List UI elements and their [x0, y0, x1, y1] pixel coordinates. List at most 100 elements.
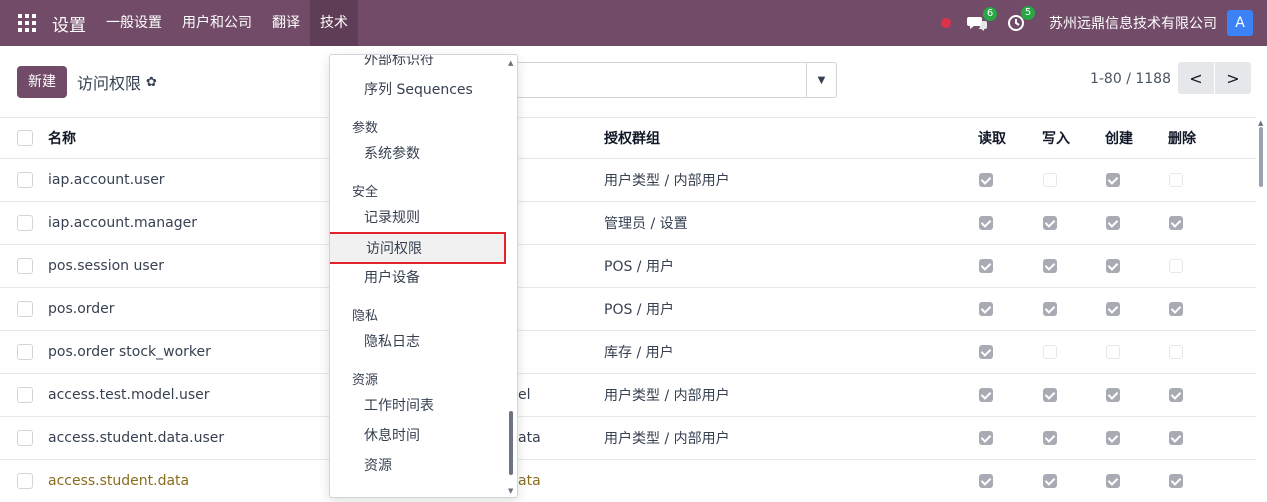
table-row[interactable]: iap.account.user 用户类型 / 内部用户 — [0, 159, 1256, 202]
row-name[interactable]: iap.account.manager — [48, 215, 197, 231]
perm-unlink-checkbox[interactable] — [1169, 388, 1183, 402]
dropdown-item[interactable]: 序列 Sequences — [364, 79, 473, 99]
perm-write-checkbox[interactable] — [1043, 345, 1057, 359]
status-dot-icon[interactable] — [941, 18, 951, 28]
new-button[interactable]: 新建 — [17, 66, 67, 98]
perm-read-checkbox[interactable] — [979, 173, 993, 187]
row-checkbox[interactable] — [17, 473, 33, 489]
row-checkbox[interactable] — [17, 172, 33, 188]
gear-icon[interactable]: ✿ — [146, 75, 157, 90]
perm-write-checkbox[interactable] — [1043, 259, 1057, 273]
messaging-button[interactable]: 6 — [967, 7, 997, 31]
dropdown-item[interactable]: 用户设备 — [364, 267, 420, 287]
column-header-write[interactable]: 写入 — [1042, 128, 1070, 148]
perm-create-checkbox[interactable] — [1106, 431, 1120, 445]
dropdown-item[interactable]: 记录规则 — [364, 207, 420, 227]
scroll-up-icon[interactable]: ▲ — [1258, 119, 1263, 127]
row-checkbox[interactable] — [17, 258, 33, 274]
perm-write-checkbox[interactable] — [1043, 431, 1057, 445]
dropdown-item[interactable]: 系统参数 — [364, 143, 420, 163]
dropdown-item[interactable]: 工作时间表 — [364, 395, 434, 415]
table-row[interactable]: access.test.model.user el 用户类型 / 内部用户 — [0, 374, 1256, 417]
perm-unlink-checkbox[interactable] — [1169, 345, 1183, 359]
perm-unlink-checkbox[interactable] — [1169, 302, 1183, 316]
row-group: 管理员 / 设置 — [604, 216, 688, 232]
perm-read-checkbox[interactable] — [979, 216, 993, 230]
perm-unlink-checkbox[interactable] — [1169, 216, 1183, 230]
apps-menu-icon[interactable] — [18, 14, 36, 32]
list-scrollbar[interactable]: ▲ — [1258, 117, 1264, 502]
perm-unlink-checkbox[interactable] — [1169, 173, 1183, 187]
activity-button[interactable]: 5 — [1007, 6, 1035, 32]
pager-value[interactable]: 1-80 / 1188 — [1090, 71, 1171, 87]
perm-create-checkbox[interactable] — [1106, 474, 1120, 488]
dropdown-item[interactable]: 资源 — [364, 455, 392, 475]
perm-read-checkbox[interactable] — [979, 431, 993, 445]
menu-users-companies[interactable]: 用户和公司 — [182, 0, 252, 46]
row-name[interactable]: access.test.model.user — [48, 387, 210, 403]
table-row[interactable]: access.student.data ata — [0, 460, 1256, 502]
row-name[interactable]: access.student.data — [48, 473, 189, 489]
dropdown-scrollbar[interactable]: ▲ ▼ — [508, 59, 514, 495]
dropdown-scroll-thumb[interactable] — [509, 411, 513, 475]
row-name[interactable]: access.student.data.user — [48, 430, 224, 446]
menu-general-settings[interactable]: 一般设置 — [106, 0, 162, 46]
perm-unlink-checkbox[interactable] — [1169, 474, 1183, 488]
perm-create-checkbox[interactable] — [1106, 388, 1120, 402]
perm-read-checkbox[interactable] — [979, 345, 993, 359]
scroll-up-icon[interactable]: ▲ — [508, 59, 513, 67]
menu-technical[interactable]: 技术 — [310, 0, 358, 46]
perm-create-checkbox[interactable] — [1106, 173, 1120, 187]
row-checkbox[interactable] — [17, 430, 33, 446]
column-header-group[interactable]: 授权群组 — [604, 128, 660, 148]
table-row[interactable]: iap.account.manager 管理员 / 设置 — [0, 202, 1256, 245]
table-row[interactable]: access.student.data.user ata 用户类型 / 内部用户 — [0, 417, 1256, 460]
table-row[interactable]: pos.order POS / 用户 — [0, 288, 1256, 331]
app-brand[interactable]: 设置 — [52, 11, 86, 36]
perm-create-checkbox[interactable] — [1106, 216, 1120, 230]
row-checkbox[interactable] — [17, 344, 33, 360]
select-all-checkbox[interactable] — [17, 130, 33, 146]
perm-create-checkbox[interactable] — [1106, 302, 1120, 316]
perm-read-checkbox[interactable] — [979, 302, 993, 316]
table-header: 名称 授权群组 读取 写入 创建 删除 — [0, 117, 1256, 159]
perm-write-checkbox[interactable] — [1043, 388, 1057, 402]
perm-unlink-checkbox[interactable] — [1169, 259, 1183, 273]
row-name[interactable]: pos.order — [48, 301, 115, 317]
table-row[interactable]: pos.order stock_worker 库存 / 用户 — [0, 331, 1256, 374]
perm-read-checkbox[interactable] — [979, 388, 993, 402]
perm-read-checkbox[interactable] — [979, 259, 993, 273]
company-switcher[interactable]: 苏州远鼎信息技术有限公司 — [1049, 13, 1217, 33]
row-name[interactable]: pos.order stock_worker — [48, 344, 211, 360]
perm-write-checkbox[interactable] — [1043, 173, 1057, 187]
perm-write-checkbox[interactable] — [1043, 302, 1057, 316]
column-header-read[interactable]: 读取 — [978, 128, 1006, 148]
dropdown-item[interactable]: 外部标识符 — [364, 55, 434, 69]
row-checkbox[interactable] — [17, 387, 33, 403]
perm-read-checkbox[interactable] — [979, 474, 993, 488]
dropdown-item[interactable]: 休息时间 — [364, 425, 420, 445]
row-name[interactable]: pos.session user — [48, 258, 164, 274]
dropdown-item-access-rights[interactable]: 访问权限 — [330, 232, 506, 264]
perm-unlink-checkbox[interactable] — [1169, 431, 1183, 445]
pager-next-button[interactable]: > — [1215, 62, 1251, 94]
user-avatar[interactable]: A — [1227, 10, 1253, 36]
dropdown-item[interactable]: 隐私日志 — [364, 331, 420, 351]
dropdown-section-header: 安全 — [352, 185, 379, 200]
row-checkbox[interactable] — [17, 215, 33, 231]
column-header-unlink[interactable]: 删除 — [1168, 128, 1196, 148]
pager-previous-button[interactable]: < — [1178, 62, 1214, 94]
column-header-name[interactable]: 名称 — [48, 128, 76, 148]
search-options-toggle[interactable]: ▼ — [806, 63, 836, 97]
table-row[interactable]: pos.session user POS / 用户 — [0, 245, 1256, 288]
row-name[interactable]: iap.account.user — [48, 172, 165, 188]
row-checkbox[interactable] — [17, 301, 33, 317]
scroll-down-icon[interactable]: ▼ — [508, 487, 513, 495]
column-header-create[interactable]: 创建 — [1105, 128, 1133, 148]
perm-write-checkbox[interactable] — [1043, 216, 1057, 230]
list-scroll-thumb[interactable] — [1259, 127, 1263, 187]
perm-write-checkbox[interactable] — [1043, 474, 1057, 488]
perm-create-checkbox[interactable] — [1106, 345, 1120, 359]
perm-create-checkbox[interactable] — [1106, 259, 1120, 273]
menu-translations[interactable]: 翻译 — [272, 0, 300, 46]
